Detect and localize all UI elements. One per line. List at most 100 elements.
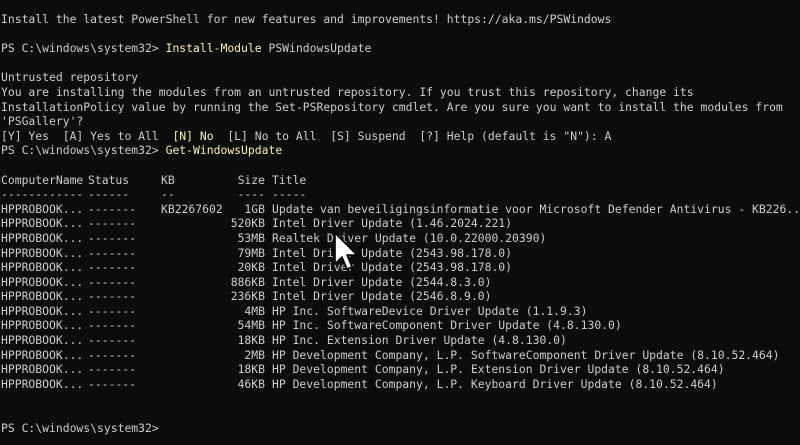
table-row: HPPROBOOK... ------- 886KB Intel Driver Upd… — [1, 275, 800, 290]
powershell-terminal[interactable]: Install the latest PowerShell for new fe… — [0, 0, 800, 445]
cell-title: HP Inc. Extension Driver Update (4.8.130… — [272, 333, 567, 348]
header-computername: ComputerName — [1, 172, 84, 187]
banner-line: Install the latest PowerShell for new fe… — [1, 12, 612, 26]
cell-size: 4MB — [244, 303, 265, 318]
choice-rest: [L] No to All [S] Suspend [?] Help (defa… — [213, 128, 612, 143]
cell-title: Intel Driver Update (2546.8.9.0) — [272, 289, 492, 304]
cell-title: HP Inc. SoftwareDevice Driver Update (1.… — [272, 303, 588, 318]
cell-title: HP Inc. SoftwareComponent Driver Update … — [272, 318, 622, 333]
cell-computername: HPPROBOOK... — [1, 347, 84, 362]
table-header: ComputerName Status KB Size Title — [1, 173, 800, 188]
header-kb: KB — [161, 172, 175, 187]
cell-size: 520KB — [230, 216, 265, 231]
cell-computername: HPPROBOOK... — [1, 245, 84, 260]
cell-status: ------- — [88, 347, 137, 362]
cell-computername: HPPROBOOK... — [1, 260, 84, 275]
separator-size: ---- — [237, 187, 265, 202]
table-row: HPPROBOOK... ------- 46KB HP Development Co… — [1, 377, 800, 392]
cell-size: 18KB — [237, 333, 265, 348]
prompt: PS C:\windows\system32> — [1, 143, 166, 158]
update-rows: HPPROBOOK... ------- KB2267602 1GB Update va… — [1, 202, 800, 392]
cell-title: Intel Driver Update (2544.8.3.0) — [272, 274, 492, 289]
cell-title: HP Development Company, L.P. Extension D… — [272, 362, 725, 377]
cell-computername: HPPROBOOK... — [1, 216, 84, 231]
table-row: HPPROBOOK... ------- 236KB Intel Driver Upd… — [1, 289, 800, 304]
cell-title: HP Development Company, L.P. SoftwareCom… — [272, 347, 780, 362]
separator-computername: ------------ — [1, 187, 84, 202]
untrusted-message-3: 'PSGallery'? — [1, 114, 84, 129]
cell-computername: HPPROBOOK... — [1, 274, 84, 289]
cell-status: ------- — [88, 201, 137, 216]
cell-status: ------- — [88, 362, 137, 377]
cell-computername: HPPROBOOK... — [1, 376, 84, 391]
separator-title: ----- — [272, 187, 307, 202]
table-row: HPPROBOOK... ------- 18KB HP Development Co… — [1, 362, 800, 377]
cell-size: 236KB — [230, 289, 265, 304]
table-row: HPPROBOOK... ------- 2MB HP Development Com… — [1, 348, 800, 363]
table-row: HPPROBOOK... ------- 79MB Intel Driver Upda… — [1, 246, 800, 261]
header-size: Size — [237, 172, 265, 187]
mouse-pointer-icon — [334, 232, 358, 270]
untrusted-title: Untrusted repository — [1, 70, 139, 85]
untrusted-message-2: InstallationPolicy value by running the … — [1, 99, 783, 114]
cell-computername: HPPROBOOK... — [1, 201, 84, 216]
untrusted-message-1: You are installing the modules from an u… — [1, 84, 694, 99]
cell-title: Intel Driver Update (1.46.2024.221) — [272, 216, 513, 231]
cell-computername: HPPROBOOK... — [1, 289, 84, 304]
cell-computername: HPPROBOOK... — [1, 318, 84, 333]
cell-status: ------- — [88, 318, 137, 333]
choice-default: [N] No — [172, 128, 214, 143]
table-row: HPPROBOOK... ------- 20KB Intel Driver Upda… — [1, 260, 800, 275]
table-row: HPPROBOOK... ------- 520KB Intel Driver Upd… — [1, 216, 800, 231]
cell-status: ------- — [88, 245, 137, 260]
cell-title: HP Development Company, L.P. Keyboard Dr… — [272, 376, 718, 391]
cell-size: 18KB — [237, 362, 265, 377]
separator-kb: -- — [161, 187, 175, 202]
command-name: Install-Module — [165, 41, 262, 56]
command-line-get: PS C:\windows\system32> Get-WindowsUpdat… — [1, 143, 800, 158]
table-row: HPPROBOOK... ------- 54MB HP Inc. SoftwareC… — [1, 318, 800, 333]
cell-computername: HPPROBOOK... — [1, 333, 84, 348]
command-args: PSWindowsUpdate — [261, 41, 372, 56]
cell-status: ------- — [88, 376, 137, 391]
cell-size: 886KB — [230, 274, 265, 289]
cell-size: 53MB — [237, 230, 265, 245]
separator-status: ------ — [88, 187, 130, 202]
table-row: HPPROBOOK... ------- 4MB HP Inc. SoftwareDe… — [1, 304, 800, 319]
cell-status: ------- — [88, 260, 137, 275]
cell-title: Realtek Driver Update (10.0.22000.20390) — [272, 230, 547, 245]
cell-title: Update van beveiligingsinformatie voor M… — [272, 201, 800, 216]
cell-size: 2MB — [244, 347, 265, 362]
cell-status: ------- — [88, 303, 137, 318]
cell-status: ------- — [88, 274, 137, 289]
prompt: PS C:\windows\system32> — [1, 41, 166, 56]
cell-title: Intel Driver Update (2543.98.178.0) — [272, 260, 513, 275]
cell-title: Intel Driver Update (2543.98.178.0) — [272, 245, 513, 260]
header-status: Status — [88, 172, 130, 187]
cell-status: ------- — [88, 230, 137, 245]
cell-computername: HPPROBOOK... — [1, 362, 84, 377]
cell-size: 79MB — [237, 245, 265, 260]
final-prompt[interactable]: PS C:\windows\system32> — [1, 421, 800, 436]
cell-size: 46KB — [237, 376, 265, 391]
cell-status: ------- — [88, 289, 137, 304]
cell-size: 20KB — [237, 260, 265, 275]
choice-options: [Y] Yes [A] Yes to All — [1, 128, 173, 143]
cell-size: 54MB — [237, 318, 265, 333]
cell-computername: HPPROBOOK... — [1, 230, 84, 245]
command-name: Get-WindowsUpdate — [165, 143, 283, 158]
command-line-install: PS C:\windows\system32> Install-Module P… — [1, 41, 800, 56]
table-row: HPPROBOOK... ------- 18KB HP Inc. Extension… — [1, 333, 800, 348]
choice-line: [Y] Yes [A] Yes to All [N] No [L] No to … — [1, 129, 800, 144]
cell-size: 1GB — [244, 201, 265, 216]
table-separator: ------------ ------ -- ---- ----- — [1, 187, 800, 202]
table-row: HPPROBOOK... ------- 53MB Realtek Driver Up… — [1, 231, 800, 246]
cell-kb: KB2267602 — [161, 201, 223, 216]
header-title: Title — [272, 172, 307, 187]
cell-computername: HPPROBOOK... — [1, 303, 84, 318]
